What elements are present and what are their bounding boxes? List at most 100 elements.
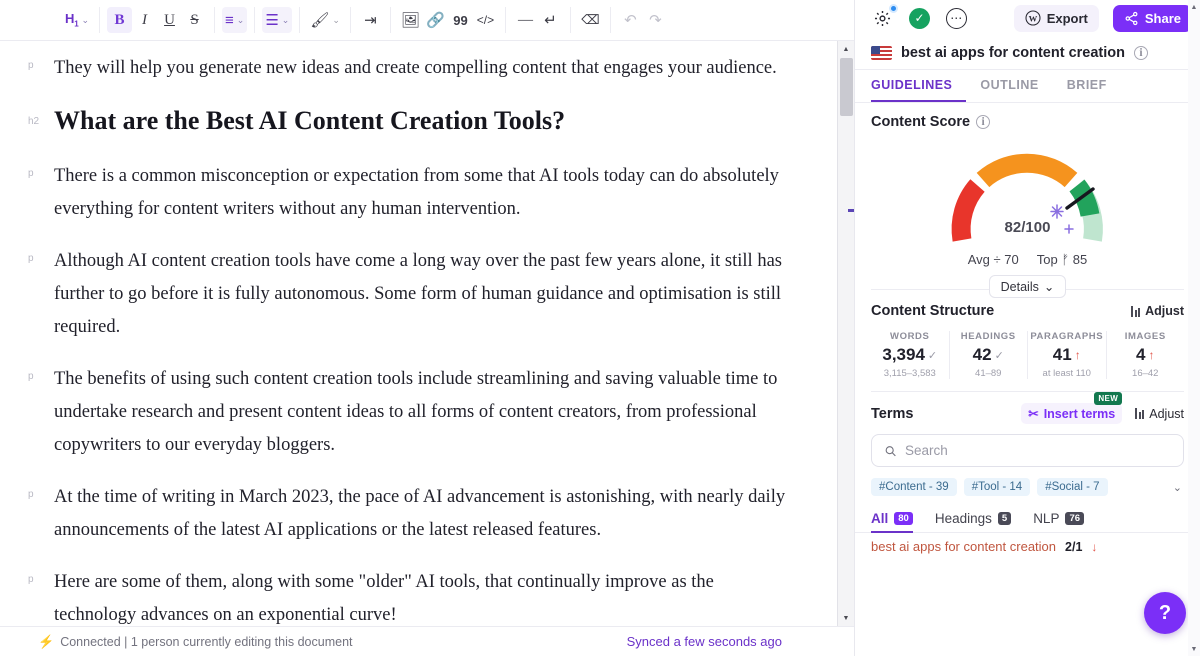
terms-adjust-button[interactable]: Adjust [1135, 407, 1184, 421]
terms-tab-all[interactable]: All 80 [871, 506, 913, 533]
term-row[interactable]: best ai apps for content creation 2/1 ↓ [855, 533, 1200, 554]
sidebar-content: Content Score i 82/100 Avg ÷ 70 Top ᚠ 85… [855, 103, 1200, 656]
us-flag-icon [871, 45, 892, 60]
indent-button[interactable]: ⇥ [358, 7, 383, 33]
document-paragraph[interactable]: There is a common misconception or expec… [54, 160, 794, 226]
stat-value: 3,394 [882, 345, 925, 364]
chips-expand-chevron-icon[interactable]: ⌄ [1173, 481, 1184, 494]
image-button-glyph: 🖼 [400, 12, 420, 29]
scrollbar-thumb[interactable] [840, 58, 853, 116]
horizontal-rule-button[interactable]: — [513, 7, 538, 33]
terms-search-box[interactable] [871, 434, 1184, 467]
scroll-up-arrow-icon[interactable]: ▲ [838, 41, 854, 57]
bold-button[interactable]: B [107, 7, 132, 33]
image-button[interactable]: 🖼 [398, 7, 423, 33]
strikethrough-button[interactable]: S [182, 7, 207, 33]
document-block[interactable]: p Here are some of them, along with some … [28, 566, 794, 626]
underline-button[interactable]: U [157, 7, 182, 33]
content-score-info-icon[interactable]: i [976, 115, 991, 129]
clear-formatting-button[interactable]: ⌫ [578, 7, 603, 33]
chevron-down-icon: ⌄ [81, 14, 89, 25]
insert-terms-label: Insert terms [1043, 406, 1116, 421]
toolbar-group: ☰ ⌄ [255, 7, 301, 33]
document-paragraph[interactable]: The benefits of using such content creat… [54, 363, 794, 462]
link-button[interactable]: 🔗 [423, 7, 448, 33]
document-paragraph[interactable]: They will help you generate new ideas an… [54, 52, 777, 85]
keyword-info-icon[interactable]: i [1134, 45, 1148, 60]
target-keyword-row: best ai apps for content creation i [855, 36, 1200, 70]
document-paragraph[interactable]: At the time of writing in March 2023, th… [54, 481, 794, 547]
brush-dropdown[interactable]: 🖌 ⌄ [307, 7, 343, 33]
stat-value: 42 [972, 345, 992, 364]
sidebar-scroll-up-icon[interactable]: ▲ [1188, 0, 1200, 14]
list-dropdown[interactable]: ☰ ⌄ [262, 7, 293, 33]
tab-outline[interactable]: OUTLINE [966, 70, 1052, 102]
terms-list: best ai apps for content creation 2/1 ↓ [855, 533, 1200, 554]
document-heading[interactable]: What are the Best AI Content Creation To… [54, 104, 565, 138]
terms-tab-nlp[interactable]: NLP 76 [1033, 506, 1085, 533]
stat-range: at least 110 [1042, 368, 1091, 379]
terms-section: Terms ✂ Insert terms NEW Adjust Search #… [855, 392, 1200, 496]
document-scroll-area[interactable]: p They will help you generate new ideas a… [0, 41, 854, 626]
export-button[interactable]: W Export [1013, 4, 1099, 32]
tab-guidelines[interactable]: GUIDELINES [871, 70, 967, 102]
check-icon: ✓ [994, 349, 1004, 362]
svg-text:W: W [1028, 13, 1037, 23]
stat-range: 16–42 [1132, 368, 1159, 379]
top-icon: ᚠ [1061, 252, 1070, 267]
topic-chip[interactable]: #Content - 39 [871, 478, 957, 496]
terms-tab-label: NLP [1033, 510, 1060, 526]
content-score-title: Content Score [871, 114, 971, 130]
tab-brief[interactable]: BRIEF [1053, 70, 1121, 102]
structure-adjust-button[interactable]: Adjust [1131, 304, 1184, 318]
help-button[interactable]: ? [1144, 592, 1186, 634]
toolbar-group: — ↵ [506, 7, 571, 33]
document-block[interactable]: p They will help you generate new ideas a… [28, 52, 794, 85]
share-network-icon [1125, 11, 1138, 25]
more-options-icon[interactable]: ⋯ [945, 7, 968, 30]
content-score-gauge: 82/100 [871, 132, 1184, 248]
code-button[interactable]: </> [473, 7, 498, 33]
content-score-value: 82 [1004, 219, 1022, 236]
stat-paragraphs: PARAGRAPHS 41 ↑ at least 110 [1028, 331, 1107, 379]
terms-search-input[interactable] [904, 443, 1171, 458]
document-scrollbar[interactable]: ▲ ▼ [837, 41, 854, 626]
saved-check-icon[interactable]: ✓ [908, 7, 931, 30]
link-button-glyph: 🔗 [426, 12, 445, 29]
stat-label: PARAGRAPHS [1030, 331, 1104, 342]
document-block[interactable]: p The benefits of using such content crea… [28, 363, 794, 462]
avg-benchmark: Avg ÷ 70 [968, 252, 1019, 267]
insert-terms-button[interactable]: ✂ Insert terms NEW [1021, 392, 1123, 424]
sync-status-text: Synced a few seconds ago [626, 634, 782, 649]
topic-chip[interactable]: #Social - 7 [1037, 478, 1108, 496]
block-tag-label: p [28, 489, 34, 500]
document-block[interactable]: p At the time of writing in March 2023, t… [28, 481, 794, 547]
document-paragraph[interactable]: Here are some of them, along with some "… [54, 566, 794, 626]
sidebar-scrollbar[interactable]: ▲ ▼ [1188, 0, 1200, 656]
document-block[interactable]: h2 What are the Best AI Content Creation … [28, 104, 794, 138]
chevron-down-icon: ⌄ [236, 14, 245, 25]
heading-style-dropdown[interactable]: H1 ⌄ [62, 7, 92, 33]
line-break-button[interactable]: ↵ [538, 7, 563, 33]
quote-button[interactable]: 99 [448, 7, 473, 33]
align-dropdown[interactable]: ≡ ⌄ [222, 7, 248, 33]
topic-chip[interactable]: #Tool - 14 [963, 478, 1031, 496]
settings-gear-icon[interactable] [871, 3, 898, 30]
terms-tab-headings[interactable]: Headings 5 [935, 506, 1012, 533]
toolbar-group: ↶ ↷ [611, 7, 675, 33]
document-paragraph[interactable]: Although AI content creation tools have … [54, 245, 794, 344]
scroll-down-arrow-icon[interactable]: ▼ [838, 610, 854, 626]
terms-adjust-label: Adjust [1149, 406, 1184, 421]
share-button[interactable]: Share [1112, 4, 1192, 32]
line-break-button-glyph: ↵ [544, 12, 557, 29]
details-toggle-button[interactable]: Details ⌄ [988, 275, 1067, 298]
notification-dot [889, 3, 898, 13]
italic-button[interactable]: I [132, 7, 157, 33]
sidebar-scroll-down-icon[interactable]: ▼ [1188, 642, 1200, 656]
document-block[interactable]: p There is a common misconception or expe… [28, 160, 794, 226]
document-block[interactable]: p Although AI content creation tools have… [28, 245, 794, 344]
document-body[interactable]: p They will help you generate new ideas a… [0, 41, 854, 626]
stat-value: 4 [1136, 345, 1146, 364]
stat-value-row: 4 ↑ [1109, 345, 1183, 365]
terms-tab-label: All [871, 510, 889, 526]
